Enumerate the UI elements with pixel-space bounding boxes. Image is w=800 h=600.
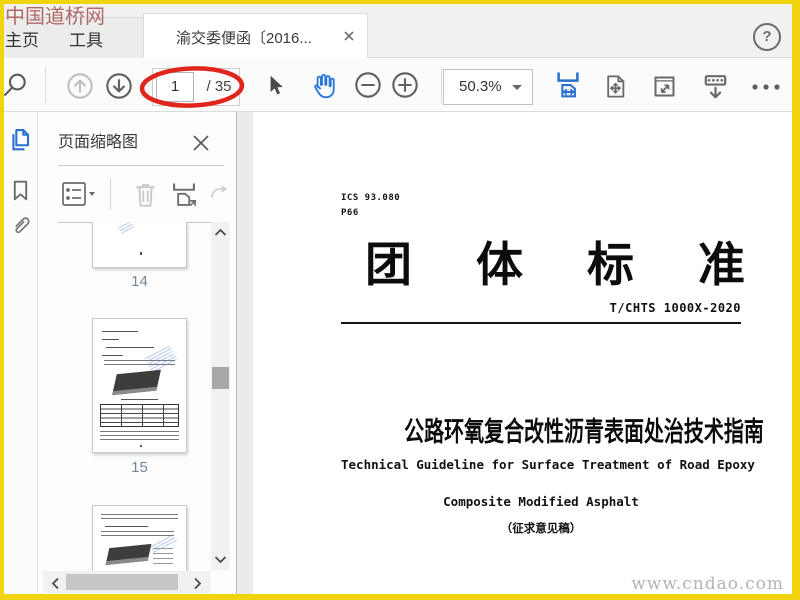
scroll-right-icon[interactable] [193,577,202,590]
toolbar-divider [441,67,442,103]
zoom-level-value: 50.3% [459,78,502,95]
hand-tool-icon[interactable] [307,71,337,101]
thumbnail-art [144,345,177,373]
search-icon[interactable] [4,71,29,99]
thumbnail-art [102,330,138,333]
thumbnail-art [102,354,123,357]
close-icon[interactable] [341,28,357,44]
delete-icon[interactable] [132,180,159,209]
chevron-down-icon [512,85,522,90]
zoom-out-icon[interactable] [354,71,382,99]
thumbnail-art [100,430,179,443]
doc-classification-code: P66 [341,208,359,218]
thumbnail-art [101,513,178,521]
thumbnail-page-number: 14 [131,273,148,290]
thumbnail-art [118,222,134,234]
doc-horizontal-rule [341,322,741,324]
doc-title-english-line1: Technical Guideline for Surface Treatmen… [341,457,755,472]
thumbnail-art [139,445,142,448]
scroll-mode-icon[interactable] [700,71,731,102]
more-tools-icon[interactable] [749,80,783,94]
thumbnail-art [152,547,173,566]
thumbnail-art [120,398,159,400]
close-icon[interactable] [190,132,212,154]
thumbnail-art [101,530,174,536]
thumbnail-page-14[interactable] [92,222,187,268]
thumbnails-vertical-scrollbar[interactable] [211,222,230,570]
doc-standard-type: 团 体 标 准 [365,240,745,292]
standard-type-char: 团 [365,238,412,293]
doc-title-chinese-text: 公路环氧复合改性沥青表面处治技术指南 [404,417,764,447]
page-number-input[interactable]: 1 [156,72,194,102]
doc-title-english-line2: Composite Modified Asphalt [443,494,639,509]
doc-draft-note: （征求意见稿） [500,523,582,535]
zoom-level-dropdown[interactable]: 50.3% [443,69,533,105]
doc-standard-number: T/CHTS 1000X-2020 [609,301,741,315]
thumbnail-art [106,346,155,349]
site-watermark-bottom: www.cndao.com [631,574,784,594]
thumbnail-art [139,251,142,255]
help-icon[interactable]: ? [753,23,781,51]
scroll-up-icon[interactable] [214,228,227,237]
select-arrow-icon[interactable] [263,73,289,99]
doc-title-chinese: 公路环氧复合改性沥青表面处治技术指南 [341,410,764,449]
fit-width-icon[interactable] [553,70,583,100]
document-tab-title: 渝交委便函〔2016... [176,30,312,47]
document-tab[interactable]: 渝交委便函〔2016... [143,13,368,59]
page-count-label: / 35 [206,78,232,95]
thumbnails-horizontal-scrollbar[interactable] [43,571,210,593]
previous-page-icon[interactable] [66,72,94,100]
thumbnail-page-number: 15 [131,459,148,476]
navigation-panel-strip [4,112,38,594]
scroll-left-icon[interactable] [51,577,60,590]
actual-size-icon[interactable] [651,73,678,100]
horizontal-scrollbar-thumb[interactable] [66,574,178,590]
zoom-in-icon[interactable] [391,71,419,99]
next-page-icon[interactable] [105,72,133,100]
doc-ics-code: ICS 93.080 [341,193,401,203]
panel-divider [58,165,224,166]
scroll-down-icon[interactable] [214,555,227,564]
thumbnail-art [105,525,148,527]
toolbar: 1 / 35 50.3% [4,58,792,112]
bookmarks-icon[interactable] [8,178,33,203]
vertical-scrollbar-thumb[interactable] [212,367,229,389]
standard-type-char: 体 [476,238,523,293]
tab-home[interactable]: 主页 [5,26,39,51]
panel-toolbar-divider [110,178,111,210]
toolbar-divider [45,67,46,103]
page-thumbnails-icon[interactable] [7,126,35,154]
rotate-icon[interactable] [209,184,231,206]
page-navigation-box: 1 / 35 [152,68,240,106]
fit-page-icon[interactable] [602,73,629,100]
tab-bar: 主页 工具 渝交委便函〔2016... ? [4,4,792,59]
thumbnail-page-15[interactable] [92,318,187,453]
tab-tools[interactable]: 工具 [69,26,103,51]
thumbnail-art [112,370,162,396]
options-icon[interactable] [61,181,95,207]
thumbnail-art [105,544,152,566]
site-watermark-top: 中国道桥网 [5,4,105,28]
resize-pages-icon[interactable] [169,181,199,209]
pdf-reader-window: 主页 工具 渝交委便函〔2016... ? 1 / 35 50.3% 页面缩略图… [4,4,792,594]
thumbnail-art [102,338,120,341]
thumbnail-art [100,404,179,427]
standard-type-char: 标 [587,238,634,293]
standard-type-char: 准 [698,238,745,293]
panel-title: 页面缩略图 [58,134,139,151]
thumbnail-page-16[interactable] [92,505,187,571]
thumbnails-panel: 页面缩略图 14 15 [39,112,237,594]
attachments-icon[interactable] [8,213,33,238]
